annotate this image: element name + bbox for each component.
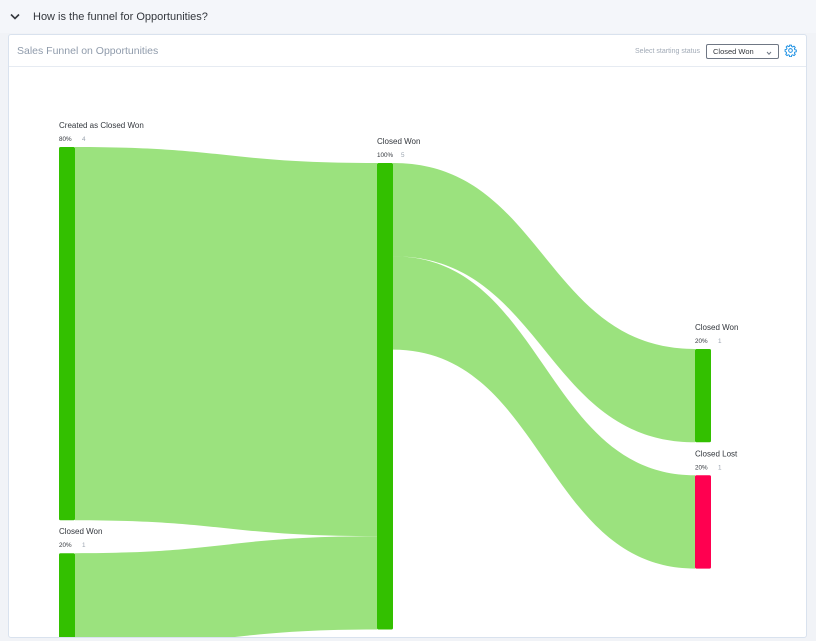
node-percent-lost_end: 20%: [695, 464, 708, 471]
sankey-node-created[interactable]: [59, 147, 75, 521]
sankey-link-created-to-won_mid[interactable]: [75, 147, 377, 537]
node-percent-won_mid: 100%: [377, 152, 394, 159]
sankey-node-won_end[interactable]: [695, 349, 711, 443]
funnel-card: Sales Funnel on Opportunities Select sta…: [8, 34, 807, 638]
starting-status-value: Closed Won: [713, 47, 754, 56]
card-header: Sales Funnel on Opportunities Select sta…: [9, 35, 806, 67]
card-title: Sales Funnel on Opportunities: [17, 45, 159, 57]
sankey-node-lost_end[interactable]: [695, 475, 711, 569]
node-count-created: 4: [82, 136, 86, 143]
sankey-link-won_prev-to-won_mid[interactable]: [75, 536, 377, 637]
sankey-node-won_prev[interactable]: [59, 553, 75, 637]
sankey-node-won_mid[interactable]: [377, 163, 393, 630]
node-count-won_prev: 1: [82, 542, 86, 549]
node-count-lost_end: 1: [718, 464, 722, 471]
chevron-down-icon: [766, 49, 772, 58]
starting-status-select[interactable]: Closed Won: [706, 44, 779, 59]
node-label-won_end: Closed Won: [695, 323, 738, 332]
status-select-label: Select starting status: [635, 48, 700, 55]
question-header[interactable]: How is the funnel for Opportunities?: [0, 0, 816, 33]
node-label-lost_end: Closed Lost: [695, 449, 738, 458]
node-label-won_mid: Closed Won: [377, 137, 420, 146]
node-percent-won_end: 20%: [695, 338, 708, 345]
node-percent-created: 80%: [59, 136, 72, 143]
node-label-won_prev: Closed Won: [59, 527, 102, 536]
node-count-won_mid: 5: [401, 152, 405, 159]
chevron-down-icon[interactable]: [10, 12, 20, 22]
gear-icon[interactable]: [784, 44, 797, 58]
node-count-won_end: 1: [718, 338, 722, 345]
sankey-chart: Created as Closed Won 80% 4 Closed Won 20% 1 C…: [59, 121, 738, 637]
node-label-created: Created as Closed Won: [59, 121, 144, 130]
node-percent-won_prev: 20%: [59, 542, 72, 549]
question-title: How is the funnel for Opportunities?: [33, 10, 208, 23]
